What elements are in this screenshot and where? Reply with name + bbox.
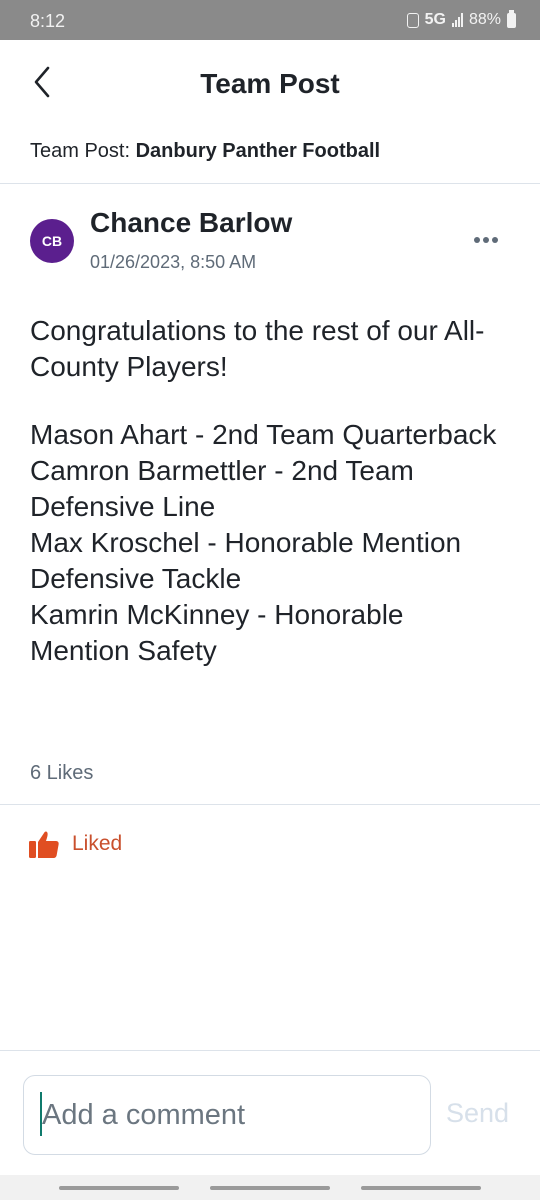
composer-divider <box>0 1050 540 1051</box>
post-line: Camron Barmettler - 2nd Team Defensive L… <box>30 455 414 522</box>
like-label: Liked <box>72 832 123 855</box>
page-title: Team Post <box>200 68 340 99</box>
dot <box>492 237 498 243</box>
header-divider <box>0 183 540 184</box>
nav-home-button[interactable] <box>210 1186 330 1190</box>
like-button[interactable]: Liked <box>28 826 122 862</box>
post-line: Kamrin McKinney - Honorable Mention Safe… <box>30 599 404 666</box>
nav-recents-button[interactable] <box>59 1186 179 1190</box>
reactions-divider <box>0 804 540 805</box>
network-label: 5G <box>424 11 446 28</box>
post-intro: Congratulations to the rest of our All-C… <box>30 315 485 382</box>
status-time: 8:12 <box>30 11 66 31</box>
battery-icon <box>507 9 516 28</box>
author-name[interactable]: Chance Barlow <box>90 207 292 239</box>
team-line: Team Post: Danbury Panther Football <box>30 140 380 163</box>
likes-count[interactable]: 6 Likes <box>30 762 93 785</box>
status-indicators: 5G 88% <box>406 9 516 29</box>
app-header: Team Post <box>0 40 540 126</box>
nav-back-button[interactable] <box>361 1186 481 1190</box>
more-options-button[interactable] <box>468 228 504 252</box>
text-caret <box>40 1092 42 1136</box>
thumbs-up-icon <box>29 831 59 858</box>
team-name[interactable]: Danbury Panther Football <box>136 140 380 162</box>
post-line: Max Kroschel - Honorable Mention Defensi… <box>30 527 462 594</box>
send-button[interactable]: Send <box>446 1098 509 1129</box>
signal-icon <box>451 13 463 27</box>
dot <box>474 237 480 243</box>
sim-card-icon <box>406 12 419 28</box>
post-line: Mason Ahart - 2nd Team Quarterback <box>30 419 497 450</box>
battery-percent: 88% <box>468 11 501 28</box>
system-nav-bar <box>0 1175 540 1200</box>
team-prefix: Team Post: <box>30 140 136 162</box>
post-date: 01/26/2023, 8:50 AM <box>90 252 257 272</box>
avatar[interactable]: CB <box>30 219 74 263</box>
comment-input[interactable] <box>23 1075 431 1155</box>
status-bar: 8:12 5G 88% <box>0 0 540 40</box>
dot <box>483 237 489 243</box>
post-body: Congratulations to the rest of our All-C… <box>30 313 510 669</box>
